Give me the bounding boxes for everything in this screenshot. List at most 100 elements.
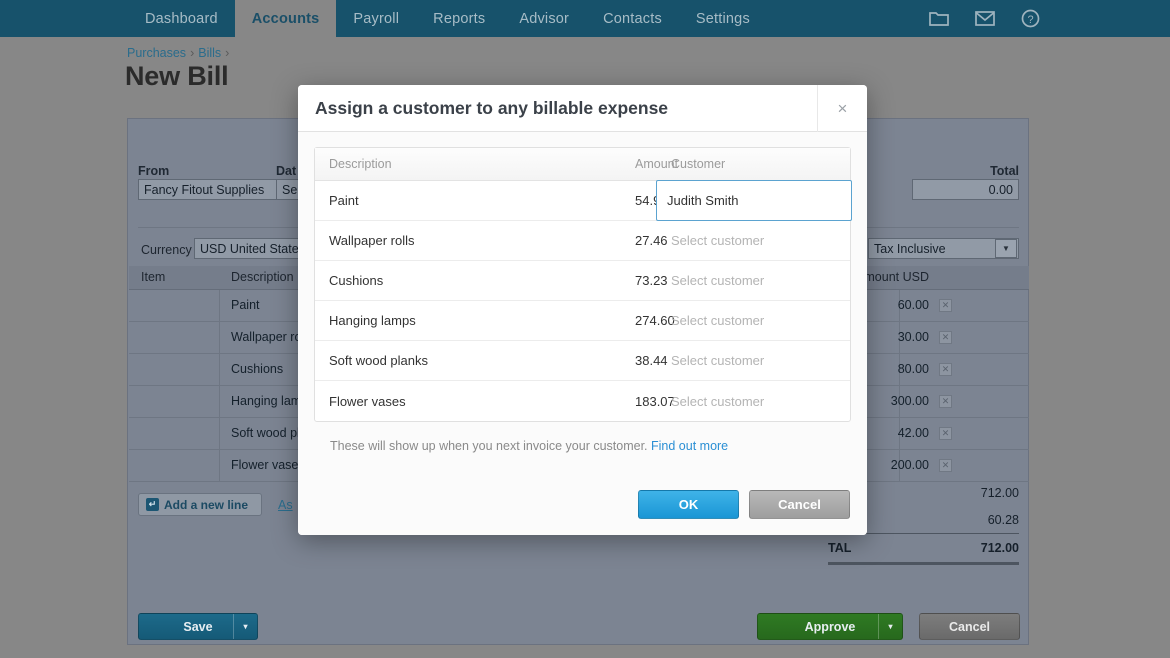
expense-amount: 27.46 bbox=[635, 233, 661, 248]
top-navigation-bar: Dashboard Accounts Payroll Reports Advis… bbox=[0, 0, 1170, 37]
page-title: New Bill bbox=[125, 61, 228, 92]
date-label: Dat bbox=[276, 164, 296, 178]
nav-tab-settings[interactable]: Settings bbox=[679, 0, 767, 37]
expense-row[interactable]: Wallpaper rolls27.46Select customer bbox=[315, 221, 850, 261]
table-header-row: Description Amount Customer bbox=[315, 148, 850, 181]
expense-description: Flower vases bbox=[315, 394, 635, 409]
modal-body: Description Amount Customer Paint54.92Ju… bbox=[298, 132, 867, 453]
breadcrumb-separator-1: › bbox=[190, 46, 194, 60]
expense-row[interactable]: Paint54.92Judith Smith bbox=[315, 181, 850, 221]
approve-button[interactable]: Approve ▾ bbox=[757, 613, 903, 640]
add-new-line-label: Add a new line bbox=[164, 498, 248, 512]
customer-placeholder[interactable]: Select customer bbox=[661, 233, 850, 248]
subtotal-value: 712.00 bbox=[918, 486, 1019, 500]
modal-footer: OK Cancel bbox=[298, 473, 867, 535]
help-icon[interactable]: ? bbox=[1021, 9, 1040, 28]
approve-dropdown-caret-icon[interactable]: ▾ bbox=[878, 614, 902, 639]
expense-row[interactable]: Cushions73.23Select customer bbox=[315, 261, 850, 301]
add-line-icon: ↵ bbox=[146, 498, 159, 511]
column-description: Description bbox=[231, 270, 294, 284]
ok-button[interactable]: OK bbox=[638, 490, 739, 519]
nav-icon-group: ? bbox=[929, 0, 1040, 37]
customer-placeholder[interactable]: Select customer bbox=[661, 353, 850, 368]
expense-description: Paint bbox=[315, 193, 635, 208]
billable-expenses-table: Description Amount Customer Paint54.92Ju… bbox=[314, 147, 851, 422]
expense-description: Wallpaper rolls bbox=[315, 233, 635, 248]
customer-placeholder[interactable]: Select customer bbox=[661, 394, 850, 409]
table-body: Paint54.92Judith SmithWallpaper rolls27.… bbox=[315, 181, 850, 421]
folder-icon[interactable] bbox=[929, 11, 949, 27]
nav-tab-payroll[interactable]: Payroll bbox=[336, 0, 416, 37]
modal-cancel-button[interactable]: Cancel bbox=[749, 490, 850, 519]
delete-row-icon[interactable]: ✕ bbox=[939, 299, 952, 312]
expense-row[interactable]: Flower vases183.07Select customer bbox=[315, 381, 850, 421]
breadcrumb-separator-2: › bbox=[225, 46, 229, 60]
find-out-more-link[interactable]: Find out more bbox=[651, 439, 728, 453]
row-description: Soft wood pla bbox=[231, 426, 307, 440]
from-label: From bbox=[138, 164, 169, 178]
customer-placeholder[interactable]: Select customer bbox=[661, 313, 850, 328]
from-field[interactable]: Fancy Fitout Supplies bbox=[138, 179, 282, 200]
totals-bottom-rule bbox=[828, 562, 1019, 565]
nav-tab-accounts[interactable]: Accounts bbox=[235, 0, 337, 37]
svg-text:?: ? bbox=[1027, 14, 1033, 26]
app-screen: Dashboard Accounts Payroll Reports Advis… bbox=[0, 0, 1170, 658]
cell-divider bbox=[219, 290, 220, 322]
approve-label: Approve bbox=[805, 620, 856, 634]
expense-description: Soft wood planks bbox=[315, 353, 635, 368]
row-description: Hanging lamp bbox=[231, 394, 308, 408]
currency-label: Currency bbox=[141, 243, 192, 257]
customer-placeholder[interactable]: Select customer bbox=[661, 273, 850, 288]
delete-row-icon[interactable]: ✕ bbox=[939, 459, 952, 472]
total-field[interactable]: 0.00 bbox=[912, 179, 1019, 200]
nav-tab-advisor[interactable]: Advisor bbox=[502, 0, 586, 37]
row-description: Paint bbox=[231, 298, 260, 312]
cell-divider bbox=[219, 354, 220, 386]
delete-row-icon[interactable]: ✕ bbox=[939, 427, 952, 440]
cell-divider bbox=[219, 418, 220, 450]
delete-row-icon[interactable]: ✕ bbox=[939, 395, 952, 408]
breadcrumb-purchases[interactable]: Purchases bbox=[127, 46, 186, 60]
expense-amount: 38.44 bbox=[635, 353, 661, 368]
breadcrumb: Purchases › Bills › bbox=[127, 46, 233, 60]
modal-note: These will show up when you next invoice… bbox=[330, 439, 851, 453]
delete-row-icon[interactable]: ✕ bbox=[939, 331, 952, 344]
save-button[interactable]: Save ▾ bbox=[138, 613, 258, 640]
save-label: Save bbox=[183, 620, 212, 634]
assign-customer-modal: Assign a customer to any billable expens… bbox=[298, 85, 867, 535]
chevron-down-icon[interactable]: ▼ bbox=[995, 239, 1017, 258]
customer-input[interactable]: Judith Smith bbox=[656, 180, 852, 221]
expense-row[interactable]: Soft wood planks38.44Select customer bbox=[315, 341, 850, 381]
modal-header: Assign a customer to any billable expens… bbox=[298, 85, 867, 132]
expense-amount: 183.07 bbox=[635, 394, 661, 409]
cancel-button[interactable]: Cancel bbox=[919, 613, 1020, 640]
expense-amount: 274.60 bbox=[635, 313, 661, 328]
total-label: Total bbox=[944, 164, 1019, 178]
cell-divider bbox=[219, 450, 220, 482]
nav-tab-contacts[interactable]: Contacts bbox=[586, 0, 679, 37]
tax-value: 60.28 bbox=[918, 513, 1019, 527]
add-new-line-button[interactable]: ↵ Add a new line bbox=[138, 493, 262, 516]
delete-row-icon[interactable]: ✕ bbox=[939, 363, 952, 376]
header-customer: Customer bbox=[661, 157, 850, 171]
breadcrumb-bills[interactable]: Bills bbox=[198, 46, 221, 60]
cell-divider bbox=[219, 322, 220, 354]
assign-expenses-link[interactable]: As bbox=[278, 498, 293, 512]
nav-tabs: Dashboard Accounts Payroll Reports Advis… bbox=[128, 0, 767, 37]
header-description: Description bbox=[315, 157, 635, 171]
column-item: Item bbox=[141, 270, 165, 284]
row-description: Flower vases bbox=[231, 458, 305, 472]
row-description: Cushions bbox=[231, 362, 283, 376]
grand-total-label: TAL bbox=[828, 541, 851, 555]
expense-row[interactable]: Hanging lamps274.60Select customer bbox=[315, 301, 850, 341]
close-icon[interactable]: × bbox=[817, 85, 867, 132]
modal-title: Assign a customer to any billable expens… bbox=[315, 98, 668, 119]
expense-amount: 73.23 bbox=[635, 273, 661, 288]
nav-tab-dashboard[interactable]: Dashboard bbox=[128, 0, 235, 37]
cell-divider bbox=[219, 386, 220, 418]
save-dropdown-caret-icon[interactable]: ▾ bbox=[233, 614, 257, 639]
modal-note-text: These will show up when you next invoice… bbox=[330, 439, 648, 453]
nav-tab-reports[interactable]: Reports bbox=[416, 0, 502, 37]
mail-icon[interactable] bbox=[975, 11, 995, 26]
expense-description: Cushions bbox=[315, 273, 635, 288]
